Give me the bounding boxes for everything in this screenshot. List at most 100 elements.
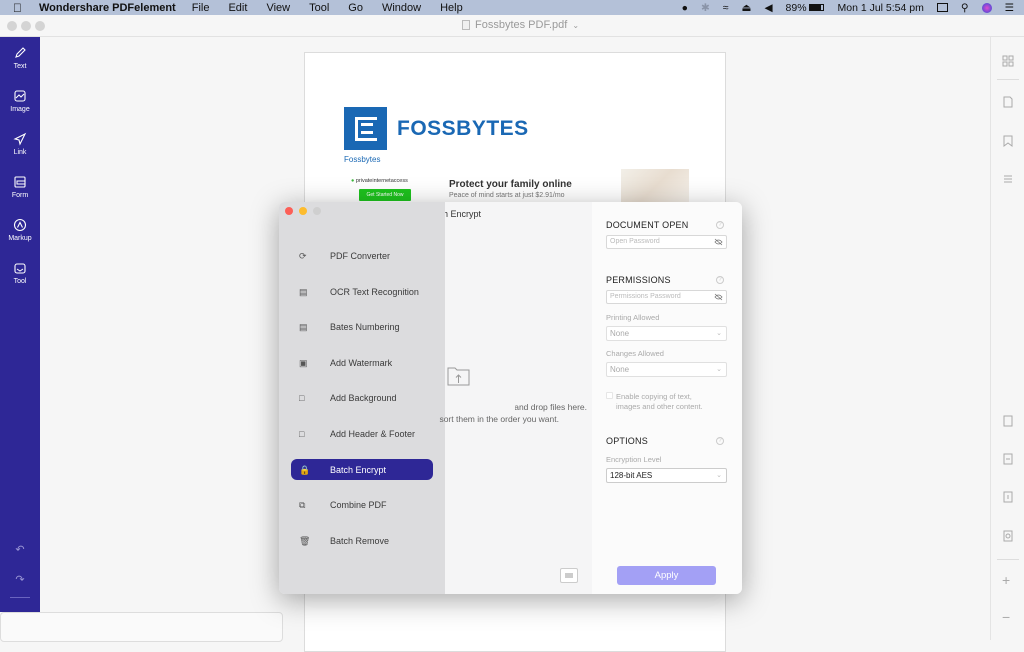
sidebar-item-pdf-converter[interactable]: ⟳ PDF Converter [291, 245, 433, 266]
tool-tool[interactable]: Tool [0, 261, 40, 285]
spotlight-icon[interactable]: ⚲ [961, 2, 969, 14]
zoom-out-button[interactable]: − [1002, 609, 1010, 625]
minus-icon: − [1002, 609, 1011, 625]
battery-status[interactable]: 89% [786, 2, 825, 14]
sidebar-item-batch-encrypt[interactable]: 🔒 Batch Encrypt [291, 459, 433, 480]
sidebar-item-ocr[interactable]: ▤ OCR Text Recognition [291, 281, 433, 302]
wifi-icon[interactable]: ≈ [723, 2, 729, 14]
sidebar-item-combine-pdf[interactable]: ⧉ Combine PDF [291, 494, 433, 515]
ghost-app-icon[interactable]: ● [682, 2, 688, 14]
ad-subline: Peace of mind starts at just $2.91/mo [449, 192, 565, 199]
menu-window[interactable]: Window [382, 2, 421, 14]
fossbytes-logo [344, 107, 387, 150]
logo-wordmark: FOSSBYTES [397, 117, 529, 140]
tool-image-label: Image [10, 106, 30, 113]
dialog-close-button[interactable] [285, 207, 293, 215]
file-drop-area[interactable]: Batch Encrypt Click or drag and drop fil… [439, 202, 592, 594]
tool-text-label: Text [13, 63, 27, 70]
padlock-icon: ● [351, 178, 355, 184]
page-icon[interactable] [1002, 96, 1014, 108]
rightbar-divider [997, 79, 1019, 80]
menu-go[interactable]: Go [348, 2, 363, 14]
window-titlebar: Fossbytes PDF.pdf ⌄ [0, 15, 1024, 37]
siri-icon[interactable] [981, 2, 992, 13]
menu-help[interactable]: Help [440, 2, 463, 14]
header-footer-icon: □ [299, 428, 305, 439]
ad-cta-button[interactable]: Get Started Now [359, 189, 411, 201]
fit-height-icon[interactable] [1002, 491, 1014, 503]
fit-page-icon[interactable] [1002, 530, 1014, 542]
clock[interactable]: Mon 1 Jul 5:54 pm [837, 2, 923, 14]
left-toolbar: Text Image Link Form Markup Tool ↶ ↷ [0, 37, 40, 612]
encryption-level-select[interactable]: 128-bit AES ⌄ [606, 468, 727, 483]
sidebar-item-label: Add Background [330, 392, 397, 403]
eye-hidden-icon[interactable] [714, 293, 723, 301]
undo-icon: ↶ [15, 544, 25, 556]
form-icon [14, 176, 26, 188]
tool-markup[interactable]: Markup [0, 218, 40, 242]
sidebar-item-label: Batch Remove [330, 535, 390, 546]
app-menu[interactable]: Wondershare PDFelement [39, 2, 176, 14]
minimize-window-button[interactable] [21, 21, 31, 31]
undo-button[interactable]: ↶ [0, 543, 40, 556]
zoom-window-button[interactable] [35, 21, 45, 31]
ad-headline: Protect your family online [449, 179, 572, 190]
close-window-button[interactable] [7, 21, 17, 31]
sidebar-item-label: OCR Text Recognition [330, 286, 419, 297]
fit-width-icon[interactable] [1002, 453, 1014, 465]
sidebar-item-bates-numbering[interactable]: ▤ Bates Numbering [291, 316, 433, 337]
bookmark-icon[interactable] [1002, 135, 1014, 147]
changes-allowed-label: Changes Allowed [606, 349, 664, 358]
thumbnails-icon[interactable] [1002, 55, 1014, 67]
permissions-password-field[interactable]: Permissions Password [606, 290, 727, 304]
screen-icon[interactable] [936, 3, 948, 12]
logo-caption[interactable]: Fossbytes [344, 155, 380, 164]
document-title[interactable]: Fossbytes PDF.pdf ⌄ [462, 19, 579, 31]
help-icon[interactable]: ? [716, 221, 724, 229]
printing-allowed-select[interactable]: None ⌄ [606, 326, 727, 341]
bluetooth-icon[interactable]: ✱ [701, 2, 710, 14]
tool-tool-label: Tool [13, 278, 27, 285]
help-icon[interactable]: ? [716, 437, 724, 445]
outline-icon[interactable] [1002, 173, 1014, 185]
sidebar-item-batch-remove[interactable]: 🗑 Batch Remove [291, 530, 433, 551]
zoom-in-button[interactable]: + [1002, 572, 1010, 588]
enable-copying-checkbox[interactable] [606, 392, 613, 399]
changes-allowed-select[interactable]: None ⌄ [606, 362, 727, 377]
notification-center-icon[interactable]: ☰ [1005, 2, 1014, 14]
sidebar-item-header-footer[interactable]: □ Add Header & Footer [291, 423, 433, 444]
help-icon[interactable]: ? [716, 276, 724, 284]
open-password-field[interactable]: Open Password [606, 235, 727, 249]
volume-icon[interactable]: ◀ [764, 2, 772, 14]
actual-size-icon[interactable] [1002, 415, 1014, 427]
apple-icon[interactable]:  [13, 1, 27, 15]
menu-edit[interactable]: Edit [228, 2, 247, 14]
list-view-button[interactable] [560, 568, 578, 583]
tool-image[interactable]: Image [0, 89, 40, 113]
menu-tool[interactable]: Tool [309, 2, 329, 14]
tool-text[interactable]: Text [0, 46, 40, 70]
dialog-sidebar: ⟳ PDF Converter ▤ OCR Text Recognition ▤ Ba… [279, 202, 445, 594]
menu-view[interactable]: View [266, 2, 290, 14]
dialog-minimize-button[interactable] [299, 207, 307, 215]
eject-icon[interactable]: ⏏ [742, 2, 752, 14]
printing-allowed-value: None [610, 329, 630, 338]
menu-file[interactable]: File [192, 2, 210, 14]
sidebar-item-add-watermark[interactable]: ▣ Add Watermark [291, 352, 433, 373]
sidebar-item-label: Add Watermark [330, 357, 393, 368]
dialog-zoom-button[interactable] [313, 207, 321, 215]
printing-allowed-label: Printing Allowed [606, 313, 660, 322]
tool-form[interactable]: Form [0, 175, 40, 199]
encryption-level-label: Encryption Level [606, 455, 662, 464]
options-title: OPTIONS [606, 436, 648, 446]
apply-button[interactable]: Apply [617, 566, 716, 585]
combine-icon: ⧉ [299, 499, 306, 510]
bottom-panel [0, 612, 283, 642]
battery-percent: 89% [785, 1, 807, 14]
sidebar-item-add-background[interactable]: □ Add Background [291, 387, 433, 408]
chevron-down-icon: ⌄ [716, 330, 722, 337]
redo-button[interactable]: ↷ [0, 573, 40, 586]
tool-link-label: Link [13, 149, 27, 156]
eye-hidden-icon[interactable] [714, 238, 723, 246]
tool-link[interactable]: Link [0, 132, 40, 156]
